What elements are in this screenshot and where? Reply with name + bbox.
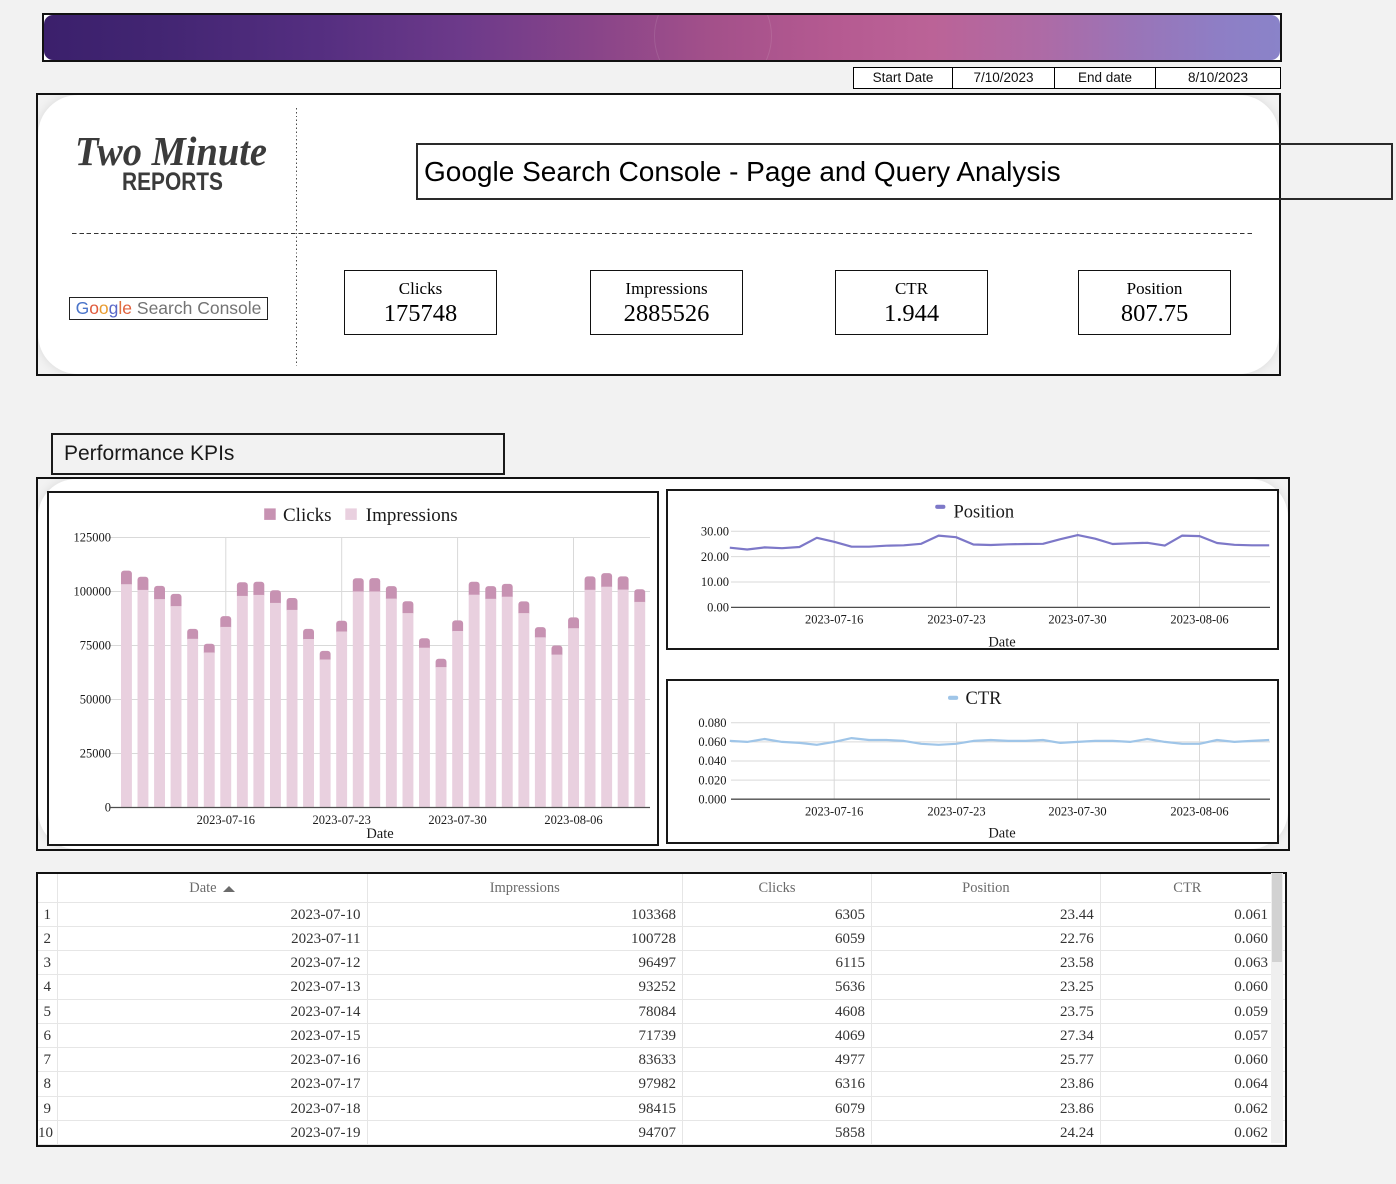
svg-text:20.00: 20.00	[701, 550, 729, 564]
svg-text:CTR: CTR	[966, 689, 1003, 709]
svg-text:30.00: 30.00	[701, 524, 729, 538]
svg-text:0.020: 0.020	[698, 773, 726, 787]
svg-text:125000: 125000	[74, 531, 112, 545]
svg-text:Clicks: Clicks	[283, 505, 332, 526]
svg-text:75000: 75000	[80, 639, 111, 653]
svg-text:2023-07-23: 2023-07-23	[927, 805, 985, 819]
svg-text:REPORTS: REPORTS	[122, 168, 223, 196]
svg-text:2023-07-30: 2023-07-30	[1048, 805, 1106, 819]
svg-text:25000: 25000	[80, 747, 111, 761]
svg-text:Date: Date	[366, 826, 393, 842]
svg-text:0.00: 0.00	[707, 601, 729, 615]
svg-text:10.00: 10.00	[701, 575, 729, 589]
svg-text:2023-07-16: 2023-07-16	[197, 813, 255, 827]
svg-text:0.080: 0.080	[698, 716, 726, 730]
svg-text:50000: 50000	[80, 693, 111, 707]
svg-text:2023-07-16: 2023-07-16	[805, 805, 863, 819]
svg-text:Position: Position	[954, 503, 1015, 523]
svg-text:2023-07-30: 2023-07-30	[1048, 613, 1106, 627]
svg-text:0.000: 0.000	[698, 792, 726, 806]
svg-text:Impressions: Impressions	[366, 505, 458, 526]
svg-text:2023-08-06: 2023-08-06	[544, 813, 602, 827]
svg-text:2023-07-30: 2023-07-30	[428, 813, 486, 827]
svg-text:0.040: 0.040	[698, 754, 726, 768]
svg-text:2023-08-06: 2023-08-06	[1170, 613, 1228, 627]
svg-text:2023-08-06: 2023-08-06	[1170, 805, 1228, 819]
svg-text:100000: 100000	[74, 585, 112, 599]
svg-text:Date: Date	[988, 635, 1015, 651]
svg-text:0.060: 0.060	[698, 735, 726, 749]
svg-text:2023-07-16: 2023-07-16	[805, 613, 863, 627]
svg-text:Date: Date	[988, 826, 1015, 842]
svg-text:2023-07-23: 2023-07-23	[313, 813, 371, 827]
svg-text:2023-07-23: 2023-07-23	[927, 613, 985, 627]
